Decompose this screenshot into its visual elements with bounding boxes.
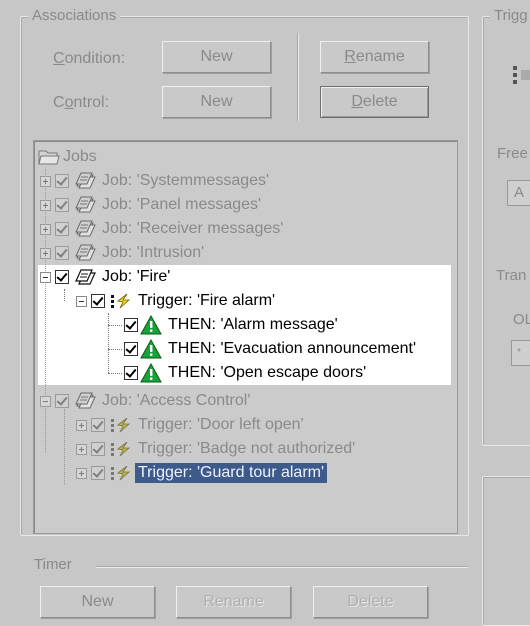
- tree-item-job[interactable]: Job: 'Receiver messages': [40, 217, 283, 241]
- trigger-checkbox[interactable]: [91, 294, 105, 308]
- job-checkbox[interactable]: [55, 174, 69, 188]
- job-checkbox[interactable]: [55, 394, 69, 408]
- ol-label: OL: [513, 311, 530, 328]
- tree-item-job-fire[interactable]: Job: 'Fire': [40, 265, 170, 289]
- collapse-icon[interactable]: [76, 295, 87, 307]
- action-checkbox[interactable]: [124, 342, 138, 356]
- trigger-checkbox[interactable]: [91, 466, 105, 480]
- rename-button[interactable]: Rename: [320, 41, 429, 73]
- tree-item-then[interactable]: THEN: 'Evacuation announcement': [124, 337, 416, 361]
- expand-icon[interactable]: [40, 223, 51, 235]
- warning-triangle-icon: [140, 315, 162, 335]
- warning-triangle-icon: [140, 363, 162, 383]
- job-icon: [74, 171, 96, 191]
- warning-triangle-icon: [140, 339, 162, 359]
- job-checkbox[interactable]: [55, 222, 69, 236]
- collapse-icon[interactable]: [40, 395, 51, 407]
- trigger-lightning-icon: [110, 463, 132, 483]
- job-checkbox[interactable]: [55, 198, 69, 212]
- tree-item-job[interactable]: Job: 'Intrusion': [40, 241, 204, 265]
- associations-legend: Associations: [28, 7, 121, 25]
- small-input[interactable]: *: [511, 340, 530, 366]
- job-checkbox[interactable]: [55, 246, 69, 260]
- trigger-type-icon: [513, 64, 530, 86]
- trigger-lightning-icon: [110, 291, 132, 311]
- expand-icon[interactable]: [76, 443, 87, 455]
- expand-icon[interactable]: [40, 199, 51, 211]
- new-control-button[interactable]: New: [162, 86, 271, 118]
- tree-item-then[interactable]: THEN: 'Alarm message': [124, 313, 338, 337]
- condition-label: Condition:: [53, 50, 126, 67]
- collapse-icon[interactable]: [40, 271, 51, 283]
- action-checkbox[interactable]: [124, 366, 138, 380]
- job-icon: [74, 243, 96, 263]
- button-separator: [297, 33, 298, 121]
- tree-item-trigger[interactable]: Trigger: 'Badge not authorized': [76, 437, 355, 461]
- folder-icon: [38, 147, 60, 167]
- timer-delete-button[interactable]: Delete: [313, 586, 428, 618]
- timer-rename-button[interactable]: Rename: [176, 586, 291, 618]
- timer-legend: Timer: [29, 556, 76, 574]
- trigger-checkbox[interactable]: [91, 442, 105, 456]
- expand-icon[interactable]: [40, 247, 51, 259]
- timer-new-button[interactable]: New: [40, 586, 155, 618]
- tree-item-trigger-fire-alarm[interactable]: Trigger: 'Fire alarm': [76, 289, 275, 313]
- expand-icon[interactable]: [76, 419, 87, 431]
- trigger-lightning-icon: [110, 439, 132, 459]
- free-input[interactable]: A: [507, 180, 530, 206]
- tree-item-then[interactable]: THEN: 'Open escape doors': [124, 361, 366, 385]
- job-icon: [74, 391, 96, 411]
- job-icon: [74, 195, 96, 215]
- job-icon: [74, 219, 96, 239]
- control-label: Control:: [53, 94, 110, 111]
- trigger-checkbox[interactable]: [91, 418, 105, 432]
- tree-root-jobs[interactable]: Jobs: [38, 145, 97, 169]
- free-label: Free: [497, 145, 528, 162]
- expand-icon[interactable]: [76, 467, 87, 479]
- tree-item-job[interactable]: Job: 'Systemmessages': [40, 169, 269, 193]
- new-condition-button[interactable]: New: [162, 41, 271, 73]
- job-icon: [74, 267, 96, 287]
- tree-item-job-access-control[interactable]: Job: 'Access Control': [40, 389, 250, 413]
- lower-right-panel: [482, 476, 530, 626]
- tran-label: Tran: [496, 267, 527, 284]
- trigger-legend: Trigg: [490, 7, 530, 25]
- expand-icon[interactable]: [40, 175, 51, 187]
- tree-item-trigger[interactable]: Trigger: 'Door left open': [76, 413, 304, 437]
- job-checkbox[interactable]: [55, 270, 69, 284]
- jobs-tree[interactable]: Jobs Job: 'Systemmessages' Job: 'Panel m…: [33, 140, 458, 534]
- tree-item-trigger-selected[interactable]: Trigger: 'Guard tour alarm': [76, 461, 328, 485]
- timer-divider: [96, 566, 468, 567]
- tree-item-job[interactable]: Job: 'Panel messages': [40, 193, 261, 217]
- trigger-lightning-icon: [110, 415, 132, 435]
- action-checkbox[interactable]: [124, 318, 138, 332]
- delete-button[interactable]: Delete: [320, 86, 429, 118]
